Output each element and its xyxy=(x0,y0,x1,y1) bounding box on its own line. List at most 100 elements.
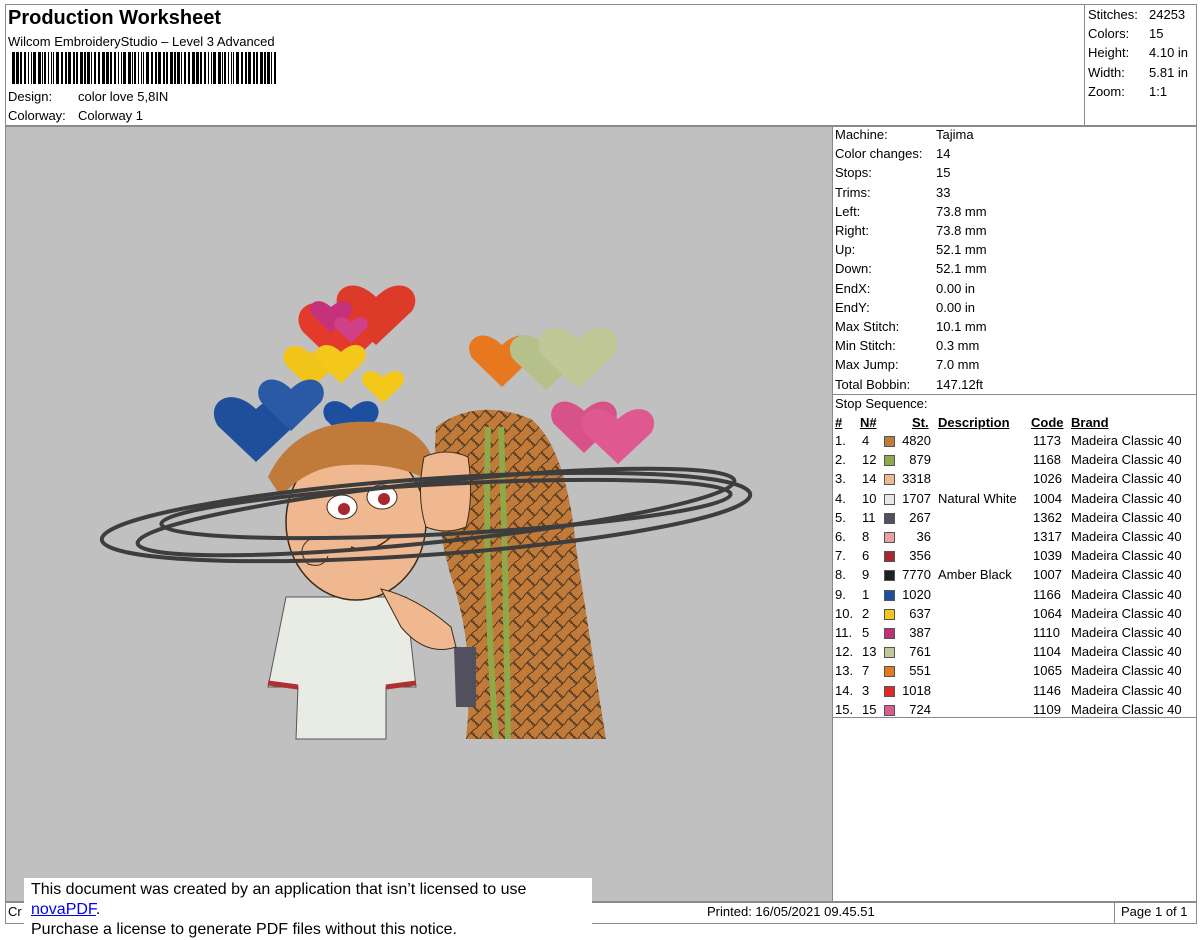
design-label: Design: xyxy=(8,89,53,104)
needle-number: 2 xyxy=(862,605,870,621)
barcode-bar xyxy=(138,52,139,84)
thread-code: 1026 xyxy=(1033,471,1062,487)
summary-value: 1:1 xyxy=(1149,83,1168,99)
summary-value: 5.81 in xyxy=(1149,64,1189,80)
machine-info-value: 14 xyxy=(936,146,951,162)
thread-brand: Madeira Classic 40 xyxy=(1071,586,1182,602)
barcode-bar xyxy=(134,52,136,84)
color-swatch xyxy=(884,647,895,659)
needle-number: 15 xyxy=(862,701,877,717)
colorway-label: Colorway: xyxy=(8,108,66,123)
notice-text: This document was created by an applicat… xyxy=(31,881,527,898)
thread-brand: Madeira Classic 40 xyxy=(1071,625,1182,640)
needle-number: 4 xyxy=(862,433,870,448)
needle-number: 8 xyxy=(862,529,870,544)
stop-number: 3. xyxy=(835,471,846,487)
barcode-bar xyxy=(204,52,206,84)
barcode-bar xyxy=(114,52,116,84)
barcode-bar xyxy=(132,52,133,84)
color-swatch xyxy=(884,589,895,601)
barcode-bar xyxy=(73,52,75,84)
barcode-bar xyxy=(184,52,186,84)
stop-number: 2. xyxy=(835,452,846,468)
barcode-bar xyxy=(146,52,149,84)
machine-info-label: Min Stitch: xyxy=(835,338,896,354)
thread-code: 1317 xyxy=(1033,529,1062,544)
stitch-count: 879 xyxy=(909,452,931,468)
barcode-bar xyxy=(53,52,54,84)
barcode-bar xyxy=(33,52,36,84)
col-header-needle: N# xyxy=(860,415,877,430)
thread-code: 1173 xyxy=(1033,433,1061,448)
machine-info-value: 52.1 mm xyxy=(936,242,987,258)
stop-table-end-line xyxy=(832,717,1197,718)
barcode-bar xyxy=(264,52,266,84)
machine-info-value: 15 xyxy=(936,165,951,181)
thread-brand: Madeira Classic 40 xyxy=(1071,471,1182,487)
thread-description: Amber Black xyxy=(938,567,1012,583)
design-value: color love 5,8IN xyxy=(78,89,169,104)
notice-line-2: Purchase a license to generate PDF files… xyxy=(31,921,457,938)
novapdf-link[interactable]: novaPDF xyxy=(31,901,96,918)
footer-left-text: Cr xyxy=(8,904,22,919)
colorway-value: Colorway 1 xyxy=(78,108,144,123)
thread-code: 1064 xyxy=(1033,605,1062,621)
stop-number: 8. xyxy=(835,567,846,583)
notice-period: . xyxy=(95,901,101,918)
barcode-bar xyxy=(44,52,46,84)
thread-brand: Madeira Classic 40 xyxy=(1071,567,1182,583)
page-number: Page 1 of 1 xyxy=(1121,904,1188,919)
stitch-count: 761 xyxy=(909,644,931,660)
thread-code: 1039 xyxy=(1033,548,1062,564)
stitch-count: 551 xyxy=(909,663,931,679)
notice-line-1: This document was created by an applicat… xyxy=(31,880,592,920)
machine-info-label: EndX: xyxy=(835,280,871,296)
embroidery-artwork xyxy=(99,285,753,740)
thread-brand: Madeira Classic 40 xyxy=(1071,644,1182,660)
machine-info-label: Max Jump: xyxy=(835,357,899,373)
barcode-bar xyxy=(192,52,195,84)
barcode-bar xyxy=(253,52,255,84)
color-swatch xyxy=(884,628,895,639)
barcode-bar xyxy=(271,52,272,84)
barcode-bar xyxy=(224,52,226,84)
color-swatch xyxy=(884,685,895,697)
machine-info-value: 147.12ft xyxy=(936,376,983,392)
barcode-bar xyxy=(267,52,270,84)
thread-code: 1362 xyxy=(1033,509,1062,525)
barcode-bar xyxy=(151,52,153,84)
thread-brand: Madeira Classic 40 xyxy=(1071,548,1182,564)
barcode-bar xyxy=(170,52,173,84)
stitch-count: 1020 xyxy=(902,586,931,602)
barcode-bar xyxy=(51,52,52,84)
thread-brand: Madeira Classic 40 xyxy=(1071,529,1182,544)
needle-number: 6 xyxy=(862,548,870,564)
barcode-bar xyxy=(123,52,126,84)
barcode-bar xyxy=(42,52,43,84)
summary-label: Height: xyxy=(1088,45,1130,61)
color-swatch xyxy=(884,436,895,447)
stitch-count: 36 xyxy=(916,529,931,544)
machine-info-label: Machine: xyxy=(835,127,888,142)
thread-code: 1007 xyxy=(1033,567,1062,583)
color-swatch xyxy=(884,455,895,467)
thread-brand: Madeira Classic 40 xyxy=(1071,701,1182,717)
summary-value: 15 xyxy=(1149,26,1164,42)
thread-brand: Madeira Classic 40 xyxy=(1071,682,1182,698)
boy-figure xyxy=(267,421,438,740)
printed-timestamp: Printed: 16/05/2021 09.45.51 xyxy=(707,904,875,919)
thread-code: 1146 xyxy=(1033,682,1061,698)
barcode-bar xyxy=(213,52,216,84)
thread-brand: Madeira Classic 40 xyxy=(1071,663,1182,679)
barcode-bar xyxy=(163,52,165,84)
stop-number: 10. xyxy=(835,605,854,621)
barcode-bar xyxy=(24,52,26,84)
barcode-bar xyxy=(68,52,71,84)
barcode-bar xyxy=(141,52,142,84)
barcode-bar xyxy=(128,52,131,84)
barcode-bar xyxy=(158,52,161,84)
machine-info-label: Max Stitch: xyxy=(835,319,900,334)
thread-code: 1168 xyxy=(1033,452,1061,468)
machine-info-value: 73.8 mm xyxy=(936,223,987,238)
software-subtitle: Wilcom EmbroideryStudio – Level 3 Advanc… xyxy=(8,34,275,49)
